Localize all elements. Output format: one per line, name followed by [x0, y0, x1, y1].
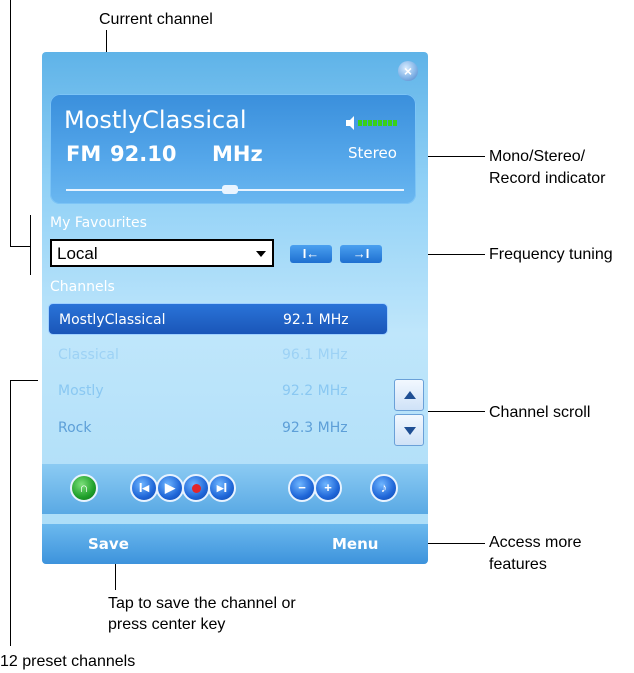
volume-up-button[interactable]: +: [314, 474, 342, 502]
tuning-slider-thumb[interactable]: [222, 185, 238, 194]
music-note-icon[interactable]: ♪: [370, 474, 398, 502]
audio-mode-indicator: Stereo: [348, 144, 397, 162]
chevron-down-icon: [256, 251, 266, 257]
volume-down-button[interactable]: −: [288, 474, 316, 502]
volume-bar: [383, 120, 387, 126]
leader-line-save: [115, 560, 116, 590]
play-button[interactable]: ▶: [156, 474, 184, 502]
frequency-unit: MHz: [212, 142, 263, 166]
softkey-bar: Save Menu: [42, 524, 428, 564]
channel-frequency: 92.1 MHz: [283, 312, 349, 328]
save-softkey[interactable]: Save: [88, 535, 129, 553]
band-label: FM: [66, 142, 102, 166]
channel-frequency: 92.3 MHz: [282, 420, 348, 436]
headphones-icon[interactable]: ∩: [70, 474, 98, 502]
channel-row[interactable]: Rock 92.3 MHz: [48, 412, 388, 444]
frequency-value: 92.10: [110, 142, 177, 166]
annotation-indicator-line1: Mono/Stereo/: [489, 148, 586, 165]
seek-forward-button[interactable]: →I: [340, 245, 382, 263]
channel-name: Classical: [58, 347, 119, 363]
annotation-more-line1: Access more: [489, 534, 582, 551]
annotation-current-channel: Current channel: [99, 11, 213, 28]
seek-back-button[interactable]: I←: [290, 245, 332, 263]
bracket-presets-top: [10, 380, 38, 381]
channel-name: Mostly: [58, 383, 104, 399]
channels-label: Channels: [50, 279, 115, 295]
now-playing-display: MostlyClassical FM 92.10 MHz Stereo: [50, 94, 416, 204]
next-track-button[interactable]: ▸I: [208, 474, 236, 502]
arrow-down-icon: [404, 427, 416, 435]
favourites-label: My Favourites: [50, 215, 147, 231]
scroll-down-button[interactable]: [394, 414, 424, 446]
channel-row[interactable]: Mostly 92.2 MHz: [48, 375, 388, 407]
annotation-save-line2: press center key: [108, 616, 226, 633]
volume-bar: [393, 120, 397, 126]
bracket-favourites-vertical: [10, 0, 11, 246]
annotation-frequency-tuning: Frequency tuning: [489, 246, 613, 263]
channel-name: MostlyClassical: [59, 312, 166, 328]
annotation-save-line1: Tap to save the channel or: [108, 595, 296, 612]
channel-frequency: 96.1 MHz: [282, 347, 348, 363]
annotation-channel-scroll: Channel scroll: [489, 404, 591, 421]
annotation-indicator-line2: Record indicator: [489, 170, 606, 187]
current-channel-name: MostlyClassical: [64, 106, 247, 134]
radio-app-window: × MostlyClassical FM 92.10 MHz Stereo My…: [42, 52, 428, 564]
playback-controls-bar: ∩ I◂ ▶ ▸I − + ♪: [42, 464, 428, 514]
volume-bar: [388, 120, 392, 126]
menu-softkey[interactable]: Menu: [332, 535, 378, 553]
previous-track-button[interactable]: I◂: [130, 474, 158, 502]
volume-bar: [358, 120, 362, 126]
channel-row-selected[interactable]: MostlyClassical 92.1 MHz: [48, 303, 388, 335]
channel-row[interactable]: Classical 96.1 MHz: [48, 339, 388, 371]
volume-bar: [378, 120, 382, 126]
record-button[interactable]: [182, 474, 210, 502]
volume-bar: [363, 120, 367, 126]
channel-name: Rock: [58, 420, 92, 436]
volume-level-icon: [346, 116, 397, 130]
volume-bar: [368, 120, 372, 126]
annotation-presets: 12 preset channels: [0, 653, 136, 670]
record-icon: [191, 484, 201, 494]
favourites-selected-value: Local: [57, 244, 98, 263]
close-icon[interactable]: ×: [398, 61, 418, 81]
bracket-favourites-right: [30, 215, 31, 275]
bracket-presets-vertical: [10, 380, 11, 646]
bracket-favourites-horizontal: [10, 246, 30, 247]
channel-frequency: 92.2 MHz: [282, 383, 348, 399]
annotation-more-line2: features: [489, 556, 547, 573]
scroll-up-button[interactable]: [394, 379, 424, 411]
volume-bar: [373, 120, 377, 126]
favourites-dropdown[interactable]: Local: [50, 239, 274, 267]
arrow-up-icon: [404, 391, 416, 399]
